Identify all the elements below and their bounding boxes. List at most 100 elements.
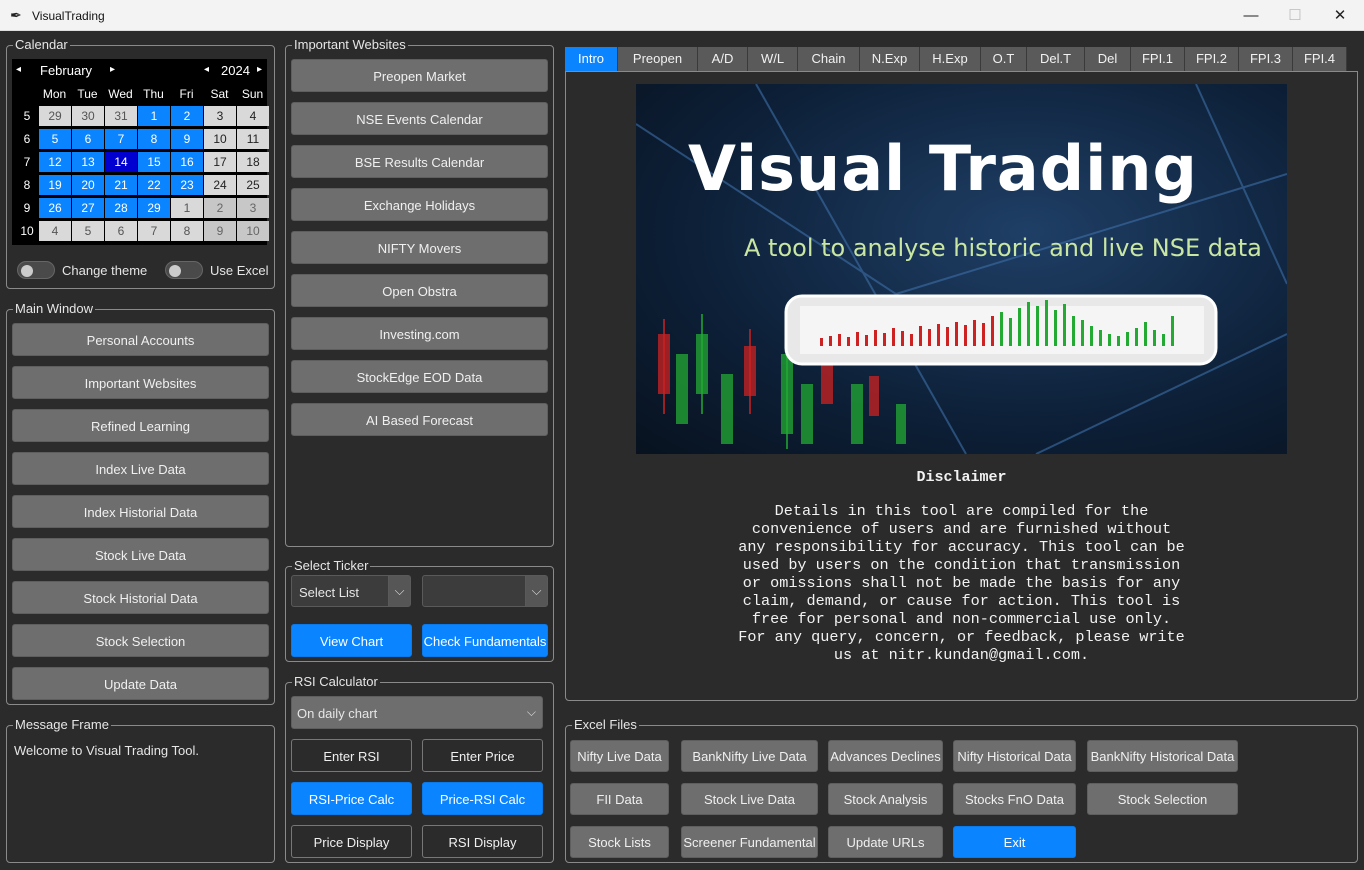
important-websites-button[interactable]: Important Websites [12, 366, 269, 399]
advances-declines-button[interactable]: Advances Declines [828, 740, 943, 772]
calendar-day[interactable]: 8 [171, 221, 203, 241]
calendar-day[interactable]: 8 [138, 129, 170, 149]
calendar-day[interactable]: 17 [204, 152, 236, 172]
nse-events-calendar-button[interactable]: NSE Events Calendar [291, 102, 548, 135]
nifty-movers-button[interactable]: NIFTY Movers [291, 231, 548, 264]
calendar-day[interactable]: 14 [105, 152, 137, 172]
calendar-day[interactable]: 2 [171, 106, 203, 126]
calendar-day[interactable]: 5 [39, 129, 71, 149]
next-year-button[interactable]: ▸ [257, 64, 262, 75]
stock-historial-data-button[interactable]: Stock Historial Data [12, 581, 269, 614]
personal-accounts-button[interactable]: Personal Accounts [12, 323, 269, 356]
calendar-day[interactable]: 20 [72, 175, 104, 195]
calendar-day[interactable]: 24 [204, 175, 236, 195]
banknifty-historical-data-button[interactable]: BankNifty Historical Data [1087, 740, 1238, 772]
tab-del-t[interactable]: Del.T [1027, 47, 1085, 71]
calendar-day[interactable]: 19 [39, 175, 71, 195]
calendar-day[interactable]: 9 [171, 129, 203, 149]
open-obstra-button[interactable]: Open Obstra [291, 274, 548, 307]
enter-rsi-input[interactable]: Enter RSI [291, 739, 412, 772]
stock-lists-button[interactable]: Stock Lists [570, 826, 669, 858]
prev-month-button[interactable]: ◂ [16, 64, 21, 75]
calendar-day[interactable]: 27 [72, 198, 104, 218]
calendar-day[interactable]: 28 [105, 198, 137, 218]
stock-live-data-button[interactable]: Stock Live Data [12, 538, 269, 571]
calendar-day[interactable]: 15 [138, 152, 170, 172]
next-month-button[interactable]: ▸ [110, 64, 115, 75]
stocks-fno-data-button[interactable]: Stocks FnO Data [953, 783, 1076, 815]
tab-chain[interactable]: Chain [798, 47, 860, 71]
tab-fpi-1[interactable]: FPI.1 [1131, 47, 1185, 71]
calendar-day[interactable]: 7 [105, 129, 137, 149]
tab-w-l[interactable]: W/L [748, 47, 798, 71]
calendar-day[interactable]: 11 [237, 129, 269, 149]
tab-fpi-2[interactable]: FPI.2 [1185, 47, 1239, 71]
investing-com-button[interactable]: Investing.com [291, 317, 548, 350]
stock-live-data-button[interactable]: Stock Live Data [681, 783, 818, 815]
calendar-day[interactable]: 1 [171, 198, 203, 218]
tab-fpi-3[interactable]: FPI.3 [1239, 47, 1293, 71]
calendar-day[interactable]: 13 [72, 152, 104, 172]
calendar-day[interactable]: 2 [204, 198, 236, 218]
tab-o-t[interactable]: O.T [981, 47, 1027, 71]
bse-results-calendar-button[interactable]: BSE Results Calendar [291, 145, 548, 178]
calendar-day[interactable]: 5 [72, 221, 104, 241]
screener-fundamental-button[interactable]: Screener Fundamental [681, 826, 818, 858]
exit-button[interactable]: Exit [953, 826, 1076, 858]
calendar-day[interactable]: 6 [105, 221, 137, 241]
calendar-day[interactable]: 1 [138, 106, 170, 126]
tab-del[interactable]: Del [1085, 47, 1131, 71]
close-button[interactable]: ✕ [1317, 0, 1363, 31]
calendar-day[interactable]: 29 [39, 106, 71, 126]
enter-price-input[interactable]: Enter Price [422, 739, 543, 772]
view-chart-button[interactable]: View Chart [291, 624, 412, 657]
calendar-day[interactable]: 7 [138, 221, 170, 241]
check-fundamentals-button[interactable]: Check Fundamentals [422, 624, 548, 657]
update-urls-button[interactable]: Update URLs [828, 826, 943, 858]
calendar-day[interactable]: 3 [204, 106, 236, 126]
calendar-day[interactable]: 12 [39, 152, 71, 172]
tab-h-exp[interactable]: H.Exp [920, 47, 981, 71]
tab-a-d[interactable]: A/D [698, 47, 748, 71]
rsi-price-calc-button[interactable]: RSI-Price Calc [291, 782, 412, 815]
tab-n-exp[interactable]: N.Exp [860, 47, 920, 71]
prev-year-button[interactable]: ◂ [204, 64, 209, 75]
banknifty-live-data-button[interactable]: BankNifty Live Data [681, 740, 818, 772]
rsi-mode-dropdown[interactable]: On daily chart ⌵ [291, 696, 543, 729]
ticker-dropdown[interactable]: ⌵ [422, 575, 548, 607]
change-theme-toggle[interactable] [17, 261, 55, 279]
tab-preopen[interactable]: Preopen [618, 47, 698, 71]
ai-based-forecast-button[interactable]: AI Based Forecast [291, 403, 548, 436]
calendar-day[interactable]: 4 [237, 106, 269, 126]
calendar-day[interactable]: 3 [237, 198, 269, 218]
use-excel-toggle[interactable] [165, 261, 203, 279]
calendar-day[interactable]: 26 [39, 198, 71, 218]
select-list-dropdown[interactable]: Select List ⌵ [291, 575, 411, 607]
calendar-day[interactable]: 6 [72, 129, 104, 149]
calendar-day[interactable]: 30 [72, 106, 104, 126]
calendar-day[interactable]: 4 [39, 221, 71, 241]
index-historial-data-button[interactable]: Index Historial Data [12, 495, 269, 528]
calendar-day[interactable]: 31 [105, 106, 137, 126]
price-rsi-calc-button[interactable]: Price-RSI Calc [422, 782, 543, 815]
tab-fpi-4[interactable]: FPI.4 [1293, 47, 1347, 71]
calendar-day[interactable]: 18 [237, 152, 269, 172]
nifty-live-data-button[interactable]: Nifty Live Data [570, 740, 669, 772]
stock-selection-button[interactable]: Stock Selection [12, 624, 269, 657]
calendar-day[interactable]: 10 [237, 221, 269, 241]
stock-selection-button[interactable]: Stock Selection [1087, 783, 1238, 815]
stock-analysis-button[interactable]: Stock Analysis [828, 783, 943, 815]
calendar-day[interactable]: 16 [171, 152, 203, 172]
calendar-day[interactable]: 29 [138, 198, 170, 218]
calendar-day[interactable]: 25 [237, 175, 269, 195]
update-data-button[interactable]: Update Data [12, 667, 269, 700]
preopen-market-button[interactable]: Preopen Market [291, 59, 548, 92]
calendar-day[interactable]: 10 [204, 129, 236, 149]
refined-learning-button[interactable]: Refined Learning [12, 409, 269, 442]
nifty-historical-data-button[interactable]: Nifty Historical Data [953, 740, 1076, 772]
stockedge-eod-data-button[interactable]: StockEdge EOD Data [291, 360, 548, 393]
minimize-button[interactable]: — [1228, 0, 1274, 31]
calendar-day[interactable]: 21 [105, 175, 137, 195]
calendar-day[interactable]: 9 [204, 221, 236, 241]
calendar-day[interactable]: 22 [138, 175, 170, 195]
